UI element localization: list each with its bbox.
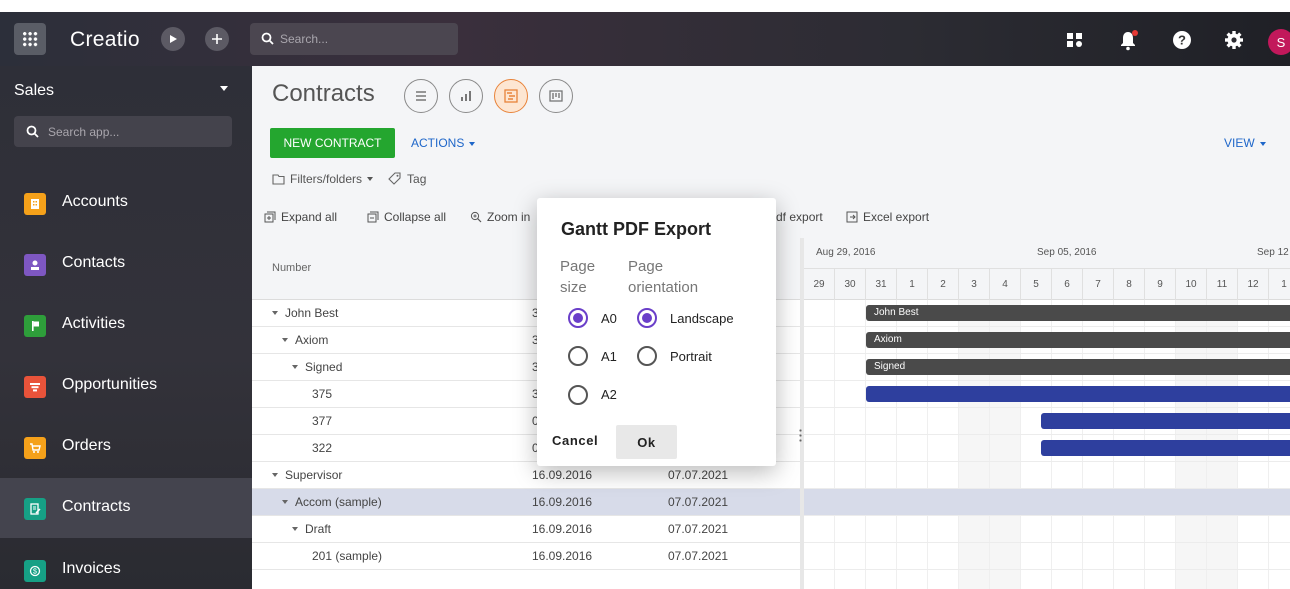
- page-orientation-label: Page orientation: [628, 258, 699, 296]
- radio-a1-label[interactable]: A1: [601, 349, 617, 364]
- dialog-title: Gantt PDF Export: [561, 219, 712, 239]
- radio-a0-label[interactable]: A0: [601, 311, 617, 326]
- radio-a0[interactable]: [568, 308, 588, 328]
- radio-portrait-label[interactable]: Portrait: [670, 349, 712, 364]
- radio-a2[interactable]: [568, 385, 588, 405]
- radio-portrait[interactable]: [637, 346, 657, 366]
- ok-button[interactable]: Ok: [616, 425, 677, 459]
- gantt-pdf-export-dialog: Gantt PDF Export Page size Page orientat…: [537, 198, 776, 466]
- radio-landscape[interactable]: [637, 308, 657, 328]
- radio-a2-label[interactable]: A2: [601, 387, 617, 402]
- radio-landscape-label[interactable]: Landscape: [670, 311, 734, 326]
- page-size-label: Page size: [560, 258, 596, 296]
- cancel-button[interactable]: Cancel: [552, 433, 598, 448]
- radio-a1[interactable]: [568, 346, 588, 366]
